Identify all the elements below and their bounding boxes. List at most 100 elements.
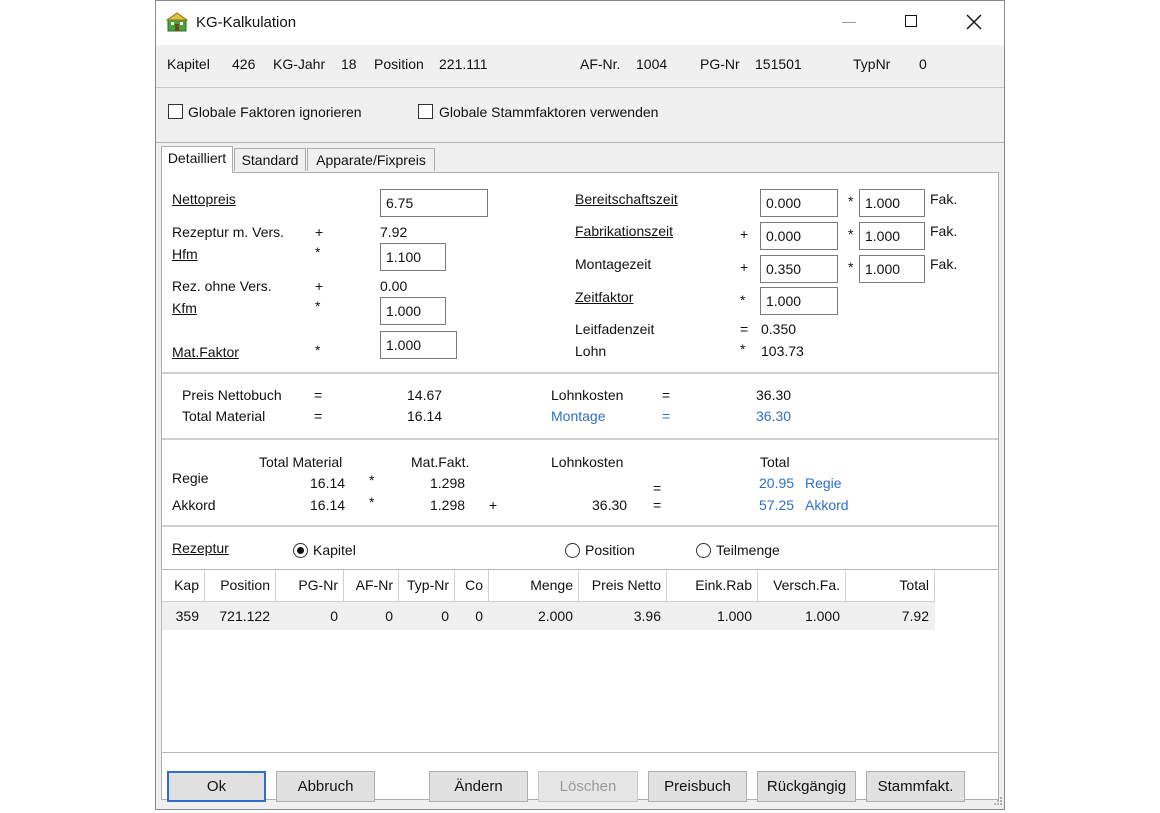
regie-matfakt: 1.298	[430, 475, 466, 491]
akkord-plus: +	[489, 497, 498, 513]
grid-header-co[interactable]: Co	[455, 570, 489, 602]
grid-header-afnr[interactable]: AF-Nr	[344, 570, 399, 602]
rez-ohne-op: +	[315, 278, 324, 294]
akkord-op: *	[369, 494, 375, 510]
radio-kapitel-label[interactable]: Kapitel	[313, 542, 356, 558]
grid-cell-co[interactable]: 0	[455, 602, 489, 630]
grid-header-pgnr[interactable]: PG-Nr	[276, 570, 344, 602]
montage-value: 36.30	[756, 408, 792, 424]
rezeptur-mvers-value: 7.92	[380, 224, 408, 240]
total-material-value: 16.14	[407, 408, 443, 424]
fabrikation-fak-op: *	[848, 226, 854, 242]
montage-fak-op: *	[848, 259, 854, 275]
kgjahr-value: 18	[341, 56, 357, 72]
lohn-op: *	[740, 341, 746, 357]
regie-total-label: Regie	[805, 475, 842, 491]
fabrikation-op: +	[740, 226, 749, 242]
kfm-label: Kfm	[172, 300, 197, 316]
total-material-label: Total Material	[182, 408, 266, 424]
montage-fak-label: Fak.	[930, 256, 958, 272]
rez-ohne-vers-label: Rez. ohne Vers.	[172, 278, 272, 294]
grid-header-position[interactable]: Position	[205, 570, 276, 602]
lohnkosten-label: Lohnkosten	[551, 387, 624, 403]
radio-kapitel[interactable]	[293, 543, 308, 558]
kapitel-label: Kapitel	[167, 56, 210, 72]
resize-grip-icon[interactable]	[993, 796, 1003, 806]
grid-cell-preis-netto[interactable]: 3.96	[579, 602, 667, 630]
ok-button[interactable]: Ok	[167, 771, 266, 802]
grid-cell-typnr[interactable]: 0	[399, 602, 455, 630]
leitfaden-op: =	[740, 321, 749, 337]
grid-header-total[interactable]: Total	[846, 570, 935, 602]
rueckgaengig-button[interactable]: Rückgängig	[757, 771, 856, 802]
grid-cell-afnr[interactable]: 0	[344, 602, 399, 630]
grid-header-preis-netto[interactable]: Preis Netto	[579, 570, 667, 602]
radio-teilmenge-label[interactable]: Teilmenge	[716, 542, 780, 558]
grid-cell-verschfa[interactable]: 1.000	[758, 602, 846, 630]
grid-header-typnr[interactable]: Typ-Nr	[399, 570, 455, 602]
window-title: KG-Kalkulation	[196, 14, 297, 31]
matfaktor-input[interactable]: 1.000	[380, 331, 457, 359]
pgnr-value: 151501	[755, 56, 802, 72]
abbruch-button[interactable]: Abbruch	[276, 771, 375, 802]
grid-cell-kap[interactable]: 359	[162, 602, 205, 630]
grid-header-kap[interactable]: Kap	[162, 570, 205, 602]
header-info: Kapitel 426 KG-Jahr 18 Position 221.111 …	[156, 45, 1004, 88]
tab-detailliert[interactable]: Detailliert	[161, 146, 233, 173]
zeitfaktor-label: Zeitfaktor	[575, 289, 634, 305]
stammfakt-button[interactable]: Stammfakt.	[866, 771, 965, 802]
position-value: 221.111	[439, 56, 488, 72]
kfm-input[interactable]: 1.000	[380, 297, 446, 325]
zeitfaktor-input[interactable]: 1.000	[760, 287, 838, 315]
grid-header-verschfa[interactable]: Versch.Fa.	[758, 570, 846, 602]
bereitschaftszeit-input[interactable]: 0.000	[760, 189, 838, 217]
global-stamm-label[interactable]: Globale Stammfaktoren verwenden	[439, 104, 658, 120]
global-factors-checkbox[interactable]	[168, 104, 183, 119]
fabrikation-fak-input[interactable]: 1.000	[859, 222, 925, 250]
montage-fak-input[interactable]: 1.000	[859, 255, 925, 283]
grid-cell-position[interactable]: 721.122	[205, 602, 276, 630]
lohnkosten-value: 36.30	[756, 387, 792, 403]
hfm-op: *	[315, 244, 321, 260]
lohn-label: Lohn	[575, 343, 607, 359]
preisbuch-button[interactable]: Preisbuch	[648, 771, 747, 802]
regie-op: *	[369, 472, 375, 488]
minimize-icon[interactable]	[842, 22, 856, 23]
grid-cell-pgnr[interactable]: 0	[276, 602, 344, 630]
global-factors-label[interactable]: Globale Faktoren ignorieren	[188, 104, 362, 120]
grid-cell-total[interactable]: 7.92	[846, 602, 935, 630]
preis-nettobuch-op: =	[314, 387, 323, 403]
preis-nettobuch-value: 14.67	[407, 387, 443, 403]
bereitschaft-fak-input[interactable]: 1.000	[859, 189, 925, 217]
col-total: Total	[760, 454, 790, 470]
tab-standard[interactable]: Standard	[234, 148, 306, 171]
hfm-label: Hfm	[172, 246, 198, 262]
loeschen-button[interactable]: Löschen	[538, 771, 638, 802]
nettopreis-label: Nettopreis	[172, 191, 236, 207]
col-matfakt: Mat.Fakt.	[411, 454, 470, 470]
col-total-material: Total Material	[259, 454, 343, 470]
aendern-button[interactable]: Ändern	[429, 771, 528, 802]
hfm-input[interactable]: 1.100	[380, 243, 446, 271]
montage-op: +	[740, 259, 749, 275]
grid-cell-einkrab[interactable]: 1.000	[667, 602, 758, 630]
radio-position-label[interactable]: Position	[585, 542, 635, 558]
montagezeit-input[interactable]: 0.350	[760, 255, 838, 283]
matfaktor-label: Mat.Faktor	[172, 344, 239, 360]
rezeptur-grid[interactable]: Kap Position PG-Nr AF-Nr Typ-Nr Co Menge…	[161, 569, 999, 753]
kgjahr-label: KG-Jahr	[273, 56, 326, 72]
global-stamm-checkbox[interactable]	[418, 104, 433, 119]
fabrikationszeit-input[interactable]: 0.000	[760, 222, 838, 250]
grid-cell-menge[interactable]: 2.000	[489, 602, 579, 630]
nettopreis-input[interactable]: 6.75	[380, 189, 488, 217]
radio-teilmenge[interactable]	[696, 543, 711, 558]
close-icon[interactable]	[966, 14, 982, 30]
grid-header-einkrab[interactable]: Eink.Rab	[667, 570, 758, 602]
akkord-eq: =	[653, 497, 662, 513]
radio-position[interactable]	[565, 543, 580, 558]
maximize-icon[interactable]	[905, 15, 917, 27]
fabrikation-fak-label: Fak.	[930, 223, 958, 239]
grid-header-menge[interactable]: Menge	[489, 570, 579, 602]
tab-apparate-fixpreis[interactable]: Apparate/Fixpreis	[307, 148, 435, 171]
montage-sum-op: =	[662, 408, 671, 424]
